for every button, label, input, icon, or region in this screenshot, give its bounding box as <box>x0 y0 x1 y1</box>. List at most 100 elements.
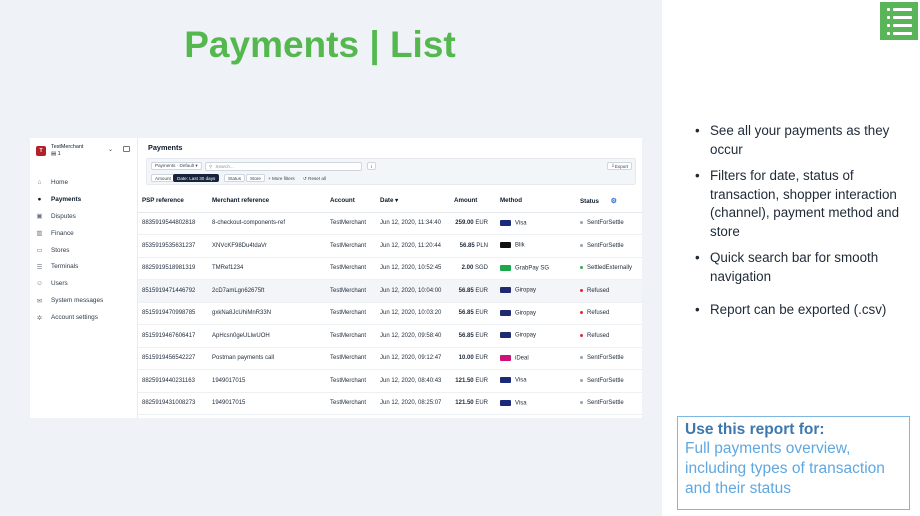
sidebar-item-label: Account settings <box>51 314 98 322</box>
chevron-down-icon[interactable]: ⌄ <box>108 146 113 153</box>
psp-reference: 8535919535631237 <box>138 234 208 258</box>
merchant-reference: 1949017015 <box>208 392 326 415</box>
column-header-status[interactable]: Status ⚙ <box>576 190 642 213</box>
list-icon[interactable] <box>880 2 918 40</box>
sidebar-item-label: Disputes <box>51 212 76 220</box>
filter-date[interactable]: Date: Last 30 days <box>173 174 220 182</box>
column-header-account[interactable]: Account <box>326 190 376 213</box>
merchant-reference: gxkNa8JcUhiMnR33N <box>208 302 326 325</box>
finance-icon: ▥ <box>36 230 43 238</box>
column-header-date[interactable]: Date ▾ <box>376 190 450 213</box>
merchant-avatar: T <box>36 146 46 156</box>
messages-icon: ✉ <box>36 297 43 305</box>
account-link[interactable]: TestMerchant <box>326 392 376 415</box>
sidebar-item-stores[interactable]: ▭ Stores <box>36 242 136 259</box>
payment-method-logo-icon <box>500 309 511 316</box>
psp-reference: 8825919431008273 <box>138 392 208 415</box>
collapse-sidebar-icon[interactable] <box>123 146 130 152</box>
more-filters-button[interactable]: + More filters <box>268 176 295 181</box>
account-link[interactable]: TestMerchant <box>326 234 376 258</box>
account-link[interactable]: TestMerchant <box>326 279 376 303</box>
account-link[interactable]: TestMerchant <box>326 369 376 393</box>
search-input[interactable]: ⚲ Search... <box>205 162 362 171</box>
status-dot-icon <box>580 243 583 247</box>
table-row[interactable]: 8515919471446792 2cD7amLgn62675ft TestMerc… <box>138 279 642 303</box>
payment-method: Giropay <box>496 279 576 303</box>
account-link[interactable]: TestMerchant <box>326 324 376 348</box>
payment-amount: 121.50 EUR <box>450 392 496 415</box>
payments-main: Payments Payments · Default ▾ ⚲ Search..… <box>138 138 642 418</box>
sidebar-item-users[interactable]: ☺ Users <box>36 275 136 292</box>
payment-method-logo-icon <box>500 242 511 249</box>
feature-bullets: See all your payments as they occur Filte… <box>694 122 909 328</box>
payment-date: Jun 12, 2020, 10:03:20 <box>376 302 450 325</box>
column-header-method[interactable]: Method <box>496 190 576 213</box>
table-row[interactable]: 8515919470998785 gxkNa8JcUhiMnR33N TestMer… <box>138 302 642 325</box>
table-row[interactable]: 8515919456542227 Postman payments call Tes… <box>138 347 642 370</box>
payment-method: Visa <box>496 212 576 235</box>
account-link[interactable]: TestMerchant <box>326 347 376 370</box>
payment-method: Blik <box>496 234 576 258</box>
filter-store[interactable]: Store <box>246 174 265 182</box>
sidebar-item-finance[interactable]: ▥ Finance <box>36 225 136 242</box>
status-dot-icon <box>580 221 583 225</box>
payment-method: GrabPay SG <box>496 257 576 280</box>
payment-method: Visa <box>496 392 576 415</box>
psp-reference: 8835919544802818 <box>138 212 208 235</box>
sidebar-item-label: Terminals <box>51 263 79 271</box>
sidebar-item-terminals[interactable]: ☰ Terminals <box>36 258 136 275</box>
table-row[interactable]: 8825919440231163 1949017015 TestMerchant Ju… <box>138 369 642 393</box>
table-header-row: PSP reference Merchant reference Account… <box>138 190 642 213</box>
merchant-reference: 8-checkout-components-ref <box>208 212 326 235</box>
view-select[interactable]: Payments · Default ▾ <box>151 162 202 170</box>
table-row[interactable]: 8825919431008273 1949017015 TestMerchant Ju… <box>138 392 642 415</box>
status-dot-icon <box>580 311 583 315</box>
merchant-reference: 2cD7amLgn62675ft <box>208 279 326 303</box>
merchant-reference: 1949017015 <box>208 369 326 393</box>
psp-reference: 8825919440231163 <box>138 369 208 393</box>
column-header-merchant-ref[interactable]: Merchant reference <box>208 190 326 213</box>
column-header-psp[interactable]: PSP reference <box>138 190 208 213</box>
payment-method-logo-icon <box>500 219 511 226</box>
settings-icon: ✲ <box>36 314 43 322</box>
export-button[interactable]: ⇩ Export <box>607 162 633 170</box>
sidebar-item-disputes[interactable]: ▣ Disputes <box>36 208 136 225</box>
sidebar-item-account-settings[interactable]: ✲ Account settings <box>36 309 136 326</box>
filter-status[interactable]: Status <box>224 174 246 182</box>
account-link[interactable]: TestMerchant <box>326 302 376 325</box>
callout-box: Use this report for: Full payments overv… <box>677 416 910 510</box>
table-row[interactable]: 8515919467606417 ApHcsn0geULlwUOH TestMerc… <box>138 324 642 348</box>
table-row[interactable]: 8835919544802818 8-checkout-components-re… <box>138 212 642 235</box>
status-dot-icon <box>580 333 583 337</box>
account-link[interactable]: TestMerchant <box>326 212 376 235</box>
sidebar-item-label: Stores <box>51 246 70 254</box>
payments-icon: ● <box>37 195 42 203</box>
status-dot-icon <box>580 401 583 405</box>
payment-method: Giropay <box>496 324 576 348</box>
info-icon[interactable]: i <box>367 162 377 170</box>
payment-date: Jun 12, 2020, 09:58:40 <box>376 324 450 348</box>
table-row[interactable]: 8535919535631237 XNVcKF98Du4tdaVr TestMerc… <box>138 234 642 258</box>
payment-method: iDeal <box>496 347 576 370</box>
status-dot-icon <box>580 356 583 360</box>
merchant-store-count: ▤ 1 <box>51 151 61 157</box>
payment-status: Refused <box>576 279 642 303</box>
reset-all-button[interactable]: ↺ Reset all <box>303 176 326 182</box>
column-header-amount[interactable]: Amount <box>450 190 496 213</box>
table-row[interactable]: 8825919518981319 TMRef1234 TestMerchant Jun… <box>138 257 642 280</box>
payment-date: Jun 12, 2020, 08:25:07 <box>376 392 450 415</box>
account-link[interactable]: TestMerchant <box>326 257 376 280</box>
sidebar-item-system-messages[interactable]: ✉ System messages <box>36 292 136 309</box>
column-settings-gear-icon[interactable]: ⚙ <box>611 198 617 205</box>
payment-method-logo-icon <box>500 264 511 271</box>
terminals-icon: ☰ <box>36 263 43 271</box>
filter-amount[interactable]: Amount <box>151 174 175 182</box>
merchant-switcher[interactable]: T TestMerchant ▤ 1 <box>36 144 83 158</box>
payment-status: Refused <box>576 324 642 348</box>
payment-method-logo-icon <box>500 287 511 294</box>
callout-title: Use this report for: <box>685 421 825 438</box>
payment-date: Jun 12, 2020, 08:40:43 <box>376 369 450 393</box>
sidebar-item-label: Home <box>51 178 69 186</box>
sidebar-item-payments[interactable]: ● Payments <box>36 191 136 208</box>
sidebar-item-home[interactable]: ⌂ Home <box>36 174 136 191</box>
